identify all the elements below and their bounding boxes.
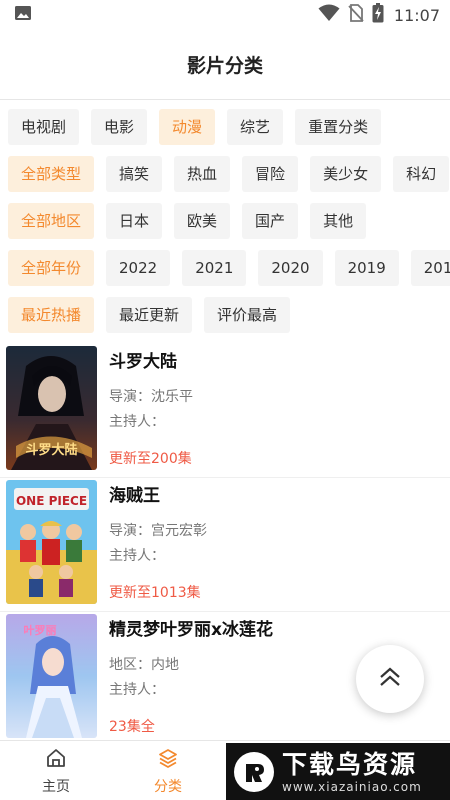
double-chevron-up-icon <box>377 665 403 693</box>
filter-chip[interactable]: 2020 <box>258 250 323 286</box>
type-filter-row: 全部类型 搞笑 热血 冒险 美少女 科幻 <box>0 156 450 192</box>
filter-chip[interactable]: 评价最高 <box>204 297 291 333</box>
filter-chip[interactable]: 欧美 <box>174 203 231 239</box>
filter-chip[interactable]: 其他 <box>310 203 367 239</box>
poster-title-text: ONE PIECE <box>16 494 87 508</box>
filter-chip[interactable]: 最近更新 <box>106 297 193 333</box>
filter-chip[interactable]: 热血 <box>174 156 231 192</box>
filter-chip[interactable]: 冒险 <box>242 156 299 192</box>
media-update-status: 更新至200集 <box>109 451 192 467</box>
media-title[interactable]: 海贼王 <box>109 482 450 510</box>
watermark-url: www.xiazainiao.com <box>282 779 422 794</box>
nav-item-home[interactable]: 主页 <box>0 741 112 800</box>
status-time: 11:07 <box>393 5 440 25</box>
filter-chip[interactable]: 综艺 <box>227 109 284 145</box>
media-host: 主持人： <box>109 548 165 564</box>
media-update-status: 更新至1013集 <box>109 585 201 601</box>
filter-chip[interactable]: 电影 <box>91 109 148 145</box>
wifi-icon <box>318 4 340 26</box>
poster-image[interactable]: 斗罗大陆 <box>6 346 97 470</box>
poster-title-text: 叶罗丽 <box>24 623 57 637</box>
poster-title-text: 斗罗大陆 <box>25 442 77 458</box>
filter-chip[interactable]: 全部年份 <box>8 250 95 286</box>
channel-filter-row: 电视剧 电影 动漫 综艺 重置分类 <box>0 109 450 145</box>
filter-area: 电视剧 电影 动漫 综艺 重置分类 全部类型 搞笑 热血 冒险 美少女 科幻 全部地区 日本 欧美 国产… <box>0 100 450 333</box>
media-director: 导演：沈乐平 <box>109 389 193 405</box>
poster-image[interactable]: ONE PIECE <box>6 480 97 604</box>
year-filter-row: 全部年份 2022 2021 2020 2019 2018 <box>0 250 450 286</box>
filter-chip[interactable]: 全部类型 <box>8 156 95 192</box>
sort-filter-row: 最近热播 最近更新 评价最高 <box>0 297 450 333</box>
battery-charging-icon <box>372 3 384 27</box>
layers-icon <box>157 747 179 773</box>
filter-chip[interactable]: 日本 <box>106 203 163 239</box>
no-sim-icon <box>348 4 364 26</box>
back-to-top-button[interactable] <box>356 645 424 713</box>
filter-chip[interactable]: 美少女 <box>310 156 382 192</box>
filter-chip[interactable]: 科幻 <box>393 156 450 192</box>
nav-label: 主页 <box>42 779 70 795</box>
bird-logo-icon <box>234 751 274 792</box>
media-item[interactable]: ONE PIECE 海贼王 导演：宫元宏彰 主持人： 更新至1013集 <box>0 478 450 612</box>
image-icon <box>14 4 32 26</box>
filter-chip[interactable]: 2021 <box>182 250 247 286</box>
media-update-status: 23集全 <box>109 719 155 735</box>
filter-chip[interactable]: 最近热播 <box>8 297 95 333</box>
media-info: 海贼王 导演：宫元宏彰 主持人： 更新至1013集 <box>109 480 450 611</box>
filter-chip[interactable]: 国产 <box>242 203 299 239</box>
poster-image[interactable]: 叶罗丽 <box>6 614 97 738</box>
filter-chip[interactable]: 动漫 <box>159 109 216 145</box>
media-item[interactable]: 斗罗大陆 斗罗大陆 导演：沈乐平 主持人： 更新至200集 <box>0 344 450 478</box>
filter-chip[interactable]: 2019 <box>334 250 399 286</box>
media-director: 导演：宫元宏彰 <box>109 523 207 539</box>
filter-chip[interactable]: 重置分类 <box>295 109 382 145</box>
filter-chip[interactable]: 2022 <box>106 250 171 286</box>
media-info: 斗罗大陆 导演：沈乐平 主持人： 更新至200集 <box>109 346 450 477</box>
page-title: 影片分类 <box>186 55 263 77</box>
media-title[interactable]: 斗罗大陆 <box>109 348 450 376</box>
nav-label: 分类 <box>154 779 182 795</box>
filter-chip[interactable]: 全部地区 <box>8 203 95 239</box>
media-host: 主持人： <box>109 414 165 430</box>
filter-chip[interactable]: 2018 <box>410 250 450 286</box>
watermark-logo: 下载鸟资源 www.xiazainiao.com <box>226 743 450 800</box>
filter-chip[interactable]: 搞笑 <box>106 156 163 192</box>
app-header: 影片分类 <box>0 30 450 100</box>
media-title[interactable]: 精灵梦叶罗丽x冰莲花 <box>109 616 450 644</box>
watermark-title: 下载鸟资源 <box>282 749 418 779</box>
filter-chip[interactable]: 电视剧 <box>8 109 80 145</box>
region-filter-row: 全部地区 日本 欧美 国产 其他 <box>0 203 450 239</box>
status-bar: 11:07 <box>0 0 450 30</box>
home-icon <box>45 747 67 773</box>
nav-item-category[interactable]: 分类 <box>112 741 224 800</box>
